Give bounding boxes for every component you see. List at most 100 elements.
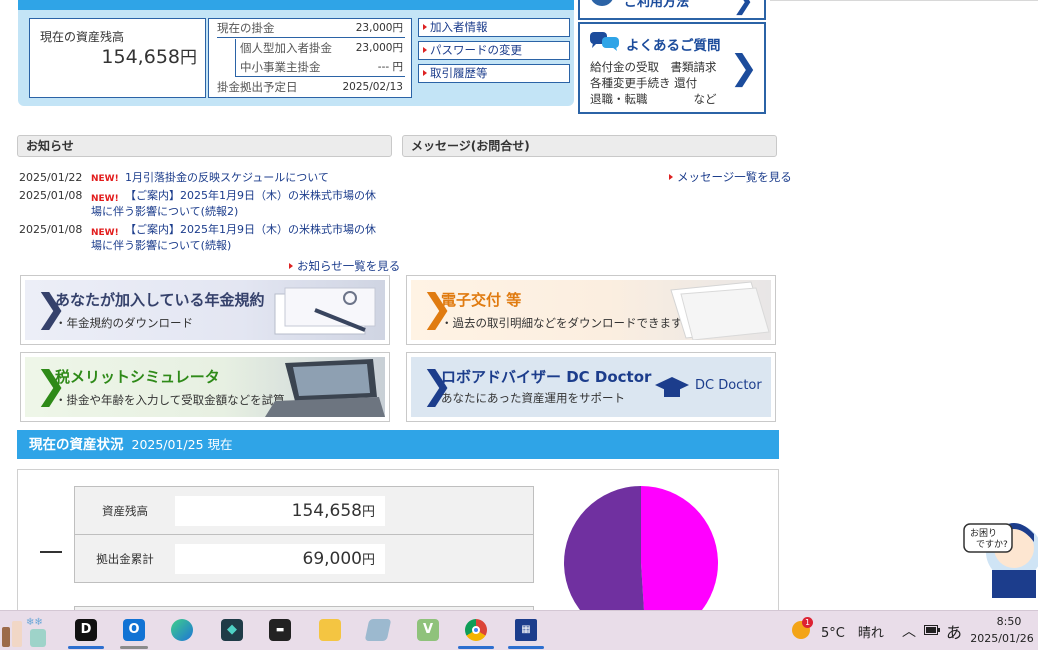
faq-line: 給付金の受取 書類請求 <box>590 60 717 74</box>
folder-icon <box>319 619 341 641</box>
taskbar-app-chrome[interactable] <box>456 613 496 649</box>
edge-icon <box>171 619 193 641</box>
banner-subtitle: ・年金規約のダウンロード <box>55 316 193 330</box>
browser-viewport: 現在の資産残高 154,658円 現在の掛金 23,000円 個人型加入者掛金 … <box>0 0 1038 610</box>
pie-slice <box>564 486 644 610</box>
asset-as-of-date: 2025/01/25 現在 <box>131 437 233 452</box>
weather-text[interactable]: 5°C 晴れ <box>821 622 884 641</box>
taskbar-app-vim[interactable]: V <box>408 613 448 649</box>
tax-simulator-banner[interactable]: ❯ 税メリットシミュレータ ・掛金や年齢を入力して受取金額などを試算 <box>20 352 390 422</box>
e-delivery-banner[interactable]: ❯ 電子交付 等 ・過去の取引明細などをダウンロードできます <box>406 275 776 345</box>
news-item: 2025/01/08 NEW! 【ご案内】2025年1月9日（木）の米株式市場の… <box>19 222 389 254</box>
transaction-history-link[interactable]: 取引履歴等 <box>418 64 570 83</box>
summary-topbar <box>18 0 574 10</box>
v-icon: V <box>422 622 434 637</box>
news-title-link[interactable]: 【ご案内】2025年1月9日（木）の米株式市場の休場に伴う影響について(続報2) <box>91 188 386 220</box>
help-assistant-icon[interactable]: お困り ですか? <box>962 508 1038 598</box>
taskbar-app-edge[interactable] <box>162 613 202 649</box>
current-contrib-row: 現在の掛金 23,000円 <box>217 19 405 38</box>
asset-balance-label: 資産残高 <box>102 504 148 518</box>
taskbar-app-dolby[interactable]: D <box>66 613 106 649</box>
taskbar-app-notes[interactable] <box>358 613 398 649</box>
chat-bubbles-icon <box>590 32 619 51</box>
clock-time[interactable]: 8:50 <box>986 615 1032 628</box>
documents-illustration-icon <box>274 287 376 335</box>
helper-text-line2: ですか? <box>976 539 1008 550</box>
ime-indicator[interactable]: あ <box>946 619 962 643</box>
robo-advisor-banner[interactable]: ❯ ロボアドバイザー DC Doctor あなたにあった資産運用をサポート DC… <box>406 352 776 422</box>
contrib-total-label: 拠出金累計 <box>96 552 154 566</box>
svg-text:❄❄: ❄❄ <box>26 617 43 628</box>
banner-body: ❯ あなたが加入している年金規約 ・年金規約のダウンロード <box>25 280 385 340</box>
news-date: 2025/01/08 <box>19 189 83 202</box>
taskbar-app-terminal[interactable]: ▬ <box>260 613 300 649</box>
current-contrib-value: 23,000円 <box>355 22 403 34</box>
chevron-right-icon: ❯ <box>729 48 759 88</box>
banner-title: あなたが加入している年金規約 <box>55 291 265 309</box>
smb-contrib-row: 中小事業主掛金 --- 円 <box>235 58 405 77</box>
debit-date-value: 2025/02/13 <box>342 81 403 93</box>
notepad-icon <box>364 619 392 641</box>
news-list-link[interactable]: お知らせ一覧を見る <box>288 258 400 274</box>
contribution-box: 現在の掛金 23,000円 個人型加入者掛金 23,000円 中小事業主掛金 -… <box>208 18 412 98</box>
message-list-link[interactable]: メッセージ一覧を見る <box>668 169 792 185</box>
individual-contrib-row: 個人型加入者掛金 23,000円 <box>235 39 405 58</box>
faq-banner[interactable]: よくあるご質問 給付金の受取 書類請求 各種変更手続き 還付 退職・転職 など … <box>578 22 766 114</box>
faq-line: 退職・転職 など <box>590 92 717 106</box>
yen-unit: 円 <box>361 553 375 568</box>
smb-contrib-value: --- 円 <box>377 61 403 73</box>
news-title-link[interactable]: 1月引落掛金の反映スケジュールについて <box>91 170 386 186</box>
asset-status-title: 現在の資産状況 <box>29 437 124 453</box>
notification-badge: 1 <box>802 617 813 628</box>
smb-contrib-label: 中小事業主掛金 <box>240 60 321 74</box>
password-change-link[interactable]: パスワードの変更 <box>418 41 570 60</box>
banner-title: 税メリットシミュレータ <box>55 368 220 386</box>
current-contrib-label: 現在の掛金 <box>217 21 275 35</box>
balance-amount: 154,658 <box>101 46 180 68</box>
banner-title: ロボアドバイザー DC Doctor <box>441 368 652 386</box>
news-date: 2025/01/08 <box>19 223 83 236</box>
taskbar-app-outlook[interactable]: O <box>114 613 154 649</box>
asset-status-panel: 資産残高 154,658円 拠出金累計 69,000円 <box>17 469 779 610</box>
debit-date-label: 掛金拠出予定日 <box>217 80 298 94</box>
battery-icon[interactable] <box>924 624 940 636</box>
faq-line: 各種変更手続き 還付 <box>590 76 698 90</box>
system-tray: 1 5°C 晴れ ︿ あ 8:50 2025/01/26 <box>790 611 1038 651</box>
howto-banner[interactable]: ご利用方法 ❯ <box>578 0 766 20</box>
yen-unit: 円 <box>361 505 375 520</box>
clock-date[interactable]: 2025/01/26 <box>970 632 1034 645</box>
taskbar-app-store[interactable]: ◆ <box>212 613 252 649</box>
balance-value: 154,658円 <box>101 43 197 68</box>
yen-unit: 円 <box>180 48 197 68</box>
pension-rules-banner[interactable]: ❯ あなたが加入している年金規約 ・年金規約のダウンロード <box>20 275 390 345</box>
guide-icon <box>590 0 614 6</box>
howto-title: ご利用方法 <box>624 0 690 10</box>
contrib-total-row: 拠出金累計 69,000円 <box>74 534 534 583</box>
individual-contrib-value: 23,000円 <box>355 42 403 54</box>
taskbar-app-calculator[interactable]: ▦ <box>506 613 546 649</box>
taskbar-app-explorer[interactable] <box>310 613 350 649</box>
news-item: 2025/01/22 NEW! 1月引落掛金の反映スケジュールについて <box>19 170 389 186</box>
widgets-icon[interactable]: ❄❄ <box>0 613 56 649</box>
contrib-total-value: 69,000円 <box>175 544 385 574</box>
member-info-link[interactable]: 加入者情報 <box>418 18 570 37</box>
individual-contrib-label: 個人型加入者掛金 <box>240 41 332 55</box>
messages-header: メッセージ(お問合せ) <box>402 135 777 157</box>
banner-body: ❯ 税メリットシミュレータ ・掛金や年齢を入力して受取金額などを試算 <box>25 357 385 417</box>
debit-date-row: 掛金拠出予定日 2025/02/13 <box>217 78 405 97</box>
collapse-toggle[interactable] <box>40 551 62 553</box>
news-title-link[interactable]: 【ご案内】2025年1月9日（木）の米株式市場の休場に伴う影響について(続報) <box>91 222 386 254</box>
chevron-up-icon[interactable]: ︿ <box>902 621 916 641</box>
news-header: お知らせ <box>17 135 392 157</box>
asset-balance-amount: 154,658 <box>291 501 362 521</box>
outlook-icon: O <box>128 622 140 637</box>
news-item: 2025/01/08 NEW! 【ご案内】2025年1月9日（木）の米株式市場の… <box>19 188 389 220</box>
paper-sheets-icon <box>670 281 770 340</box>
banner-title: 電子交付 等 <box>441 291 522 309</box>
asset-status-header: 現在の資産状況 2025/01/25 現在 <box>17 430 779 459</box>
banner-subtitle: あなたにあった資産運用をサポート <box>441 391 625 405</box>
banner-body: ❯ ロボアドバイザー DC Doctor あなたにあった資産運用をサポート DC… <box>411 357 771 417</box>
banner-body: ❯ 電子交付 等 ・過去の取引明細などをダウンロードできます <box>411 280 771 340</box>
laptop-illustration-icon <box>265 359 385 417</box>
calculator-keys-icon: ▦ <box>521 624 531 635</box>
